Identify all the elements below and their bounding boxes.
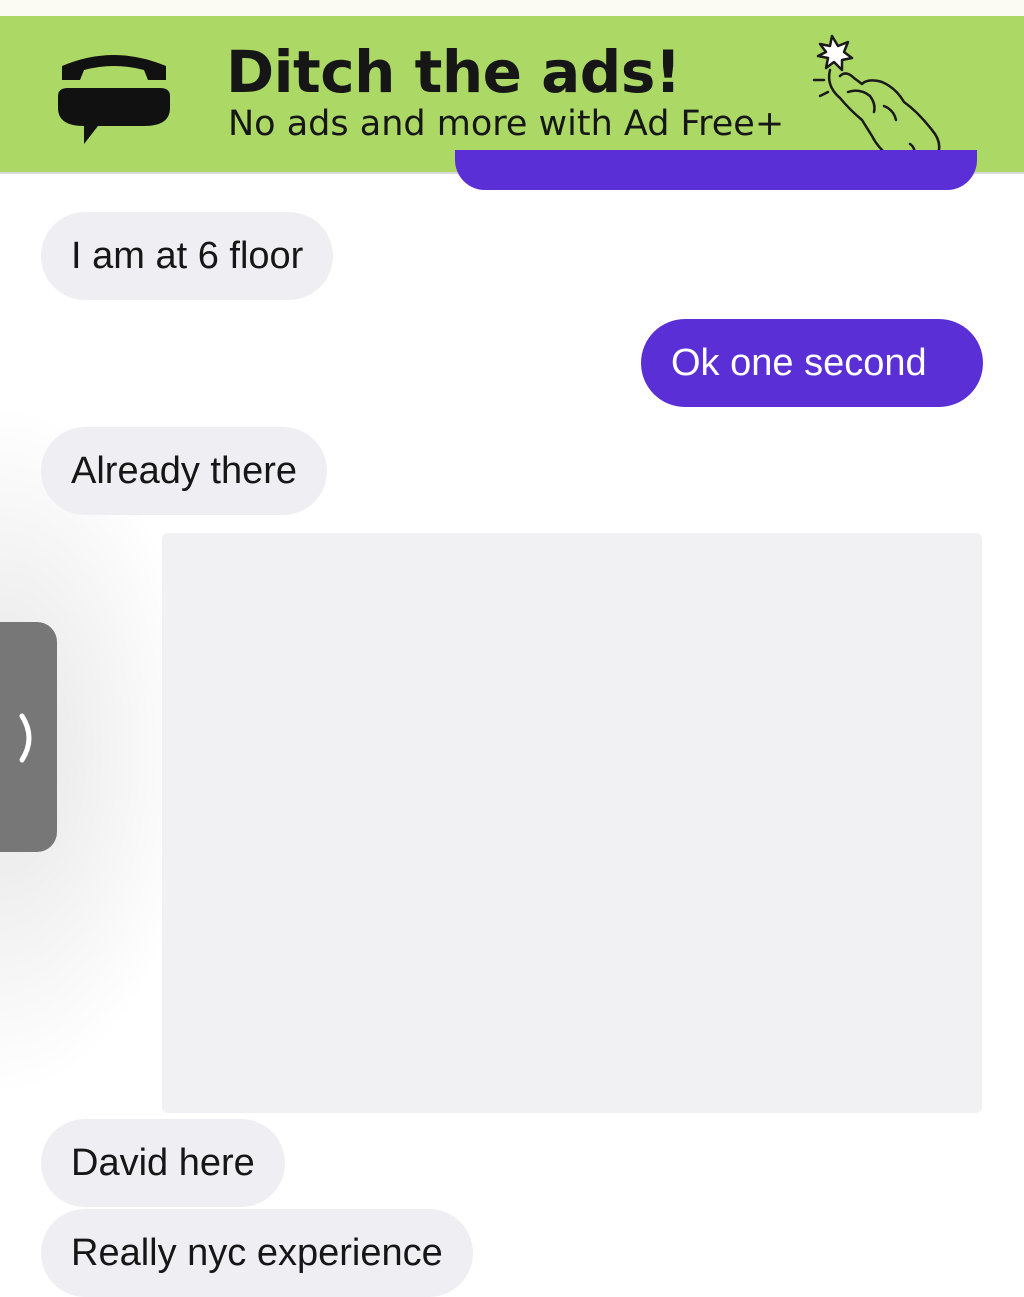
outgoing-message: Ok one second — [641, 319, 983, 407]
textnow-logo-icon — [58, 55, 170, 144]
media-attachment[interactable] — [162, 533, 982, 1113]
incoming-message: David here — [41, 1119, 285, 1207]
ad-subtitle: No ads and more with Ad Free+ — [228, 104, 785, 144]
previous-outgoing-message — [455, 150, 977, 190]
chevron-right-icon — [19, 713, 32, 763]
incoming-message: I am at 6 floor — [41, 212, 334, 300]
ad-title: Ditch the ads! — [226, 38, 681, 106]
side-panel-tab[interactable] — [0, 622, 57, 852]
status-strip — [0, 0, 1024, 16]
incoming-message: Already there — [41, 427, 328, 515]
incoming-message: Really nyc experience — [41, 1209, 473, 1297]
